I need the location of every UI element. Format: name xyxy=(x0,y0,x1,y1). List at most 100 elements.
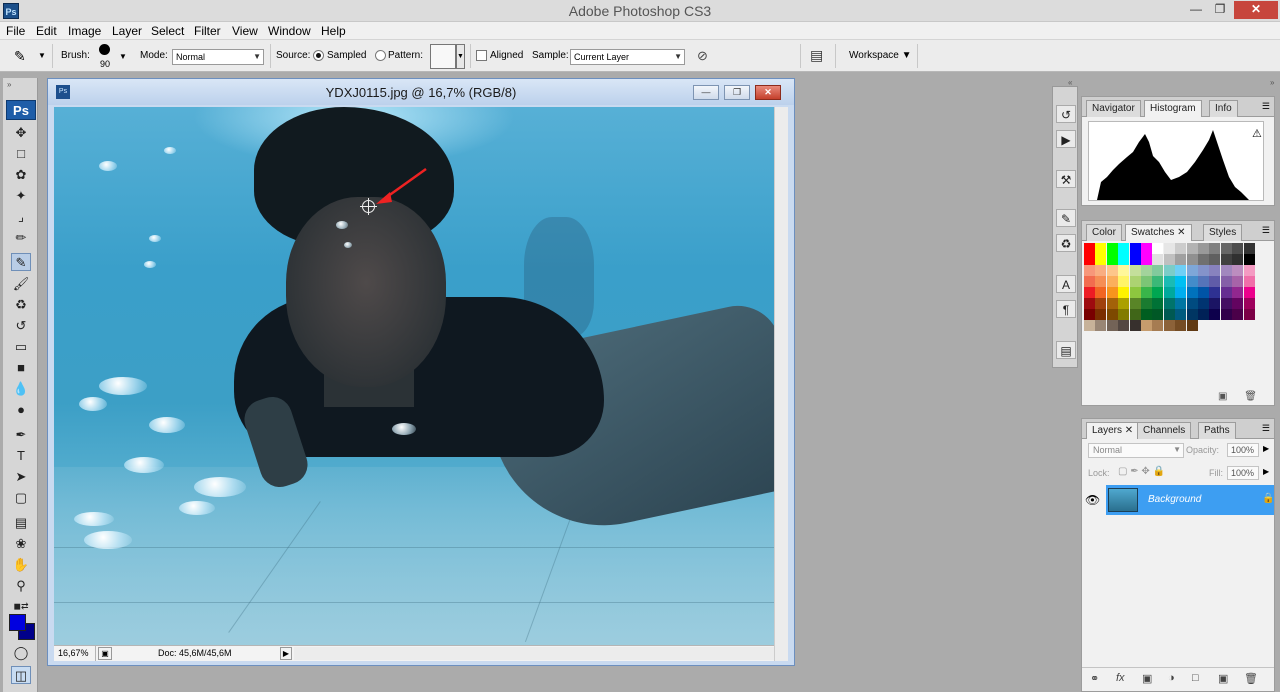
new-layer-icon[interactable]: ▣ xyxy=(1218,672,1228,685)
shape-tool-icon[interactable]: ▢ xyxy=(11,489,31,507)
zoom-level[interactable]: 16,67% xyxy=(54,646,96,661)
swatch-color[interactable] xyxy=(1243,287,1255,298)
swatch-color[interactable] xyxy=(1163,298,1175,309)
magic-wand-tool-icon[interactable]: ✦ xyxy=(11,187,31,205)
swatch-color[interactable] xyxy=(1163,287,1175,298)
swatch-color[interactable] xyxy=(1198,265,1209,276)
menu-view[interactable]: View xyxy=(232,24,258,38)
screen-mode-icon[interactable]: ◫ xyxy=(11,666,31,684)
actions-panel-icon[interactable]: ▶ xyxy=(1056,130,1076,148)
paragraph-panel-icon[interactable]: ¶ xyxy=(1056,300,1076,318)
swatch-color[interactable] xyxy=(1084,276,1095,287)
gradient-tool-icon[interactable]: ■ xyxy=(11,359,31,377)
tool-preset-chevron-icon[interactable]: ▼ xyxy=(38,51,46,60)
swatch-color[interactable] xyxy=(1175,309,1187,320)
tab-styles[interactable]: Styles xyxy=(1203,224,1243,241)
new-group-icon[interactable]: □ xyxy=(1192,672,1199,684)
panel-collapse-icon[interactable]: » xyxy=(1270,78,1274,87)
hand-tool-icon[interactable]: ✋ xyxy=(11,556,31,574)
file-browser-icon[interactable]: ▤ xyxy=(810,47,823,64)
pen-tool-icon[interactable]: ✒ xyxy=(11,426,31,444)
swatch-color[interactable] xyxy=(1118,254,1130,265)
swatch-color[interactable] xyxy=(1209,276,1221,287)
swatch-color[interactable] xyxy=(1141,298,1152,309)
swatch-color[interactable] xyxy=(1095,265,1107,276)
swatch-color[interactable] xyxy=(1152,298,1164,309)
photoshop-badge-icon[interactable]: Ps xyxy=(6,100,36,120)
swatch-color[interactable] xyxy=(1175,298,1187,309)
swatch-color[interactable] xyxy=(1163,309,1175,320)
sampled-radio[interactable] xyxy=(313,50,324,61)
mode-select[interactable]: Normal ▼ xyxy=(172,49,264,65)
workspace-button[interactable]: Workspace ▼ xyxy=(849,50,912,61)
swatch-color[interactable] xyxy=(1095,276,1107,287)
swatch-color[interactable] xyxy=(1232,287,1244,298)
swatch-color[interactable] xyxy=(1118,287,1130,298)
eraser-tool-icon[interactable]: ▭ xyxy=(11,338,31,356)
path-selection-tool-icon[interactable]: ➤ xyxy=(11,468,31,486)
swatch-color[interactable] xyxy=(1209,254,1221,265)
lock-icons[interactable]: ▢ ✒ ✥ 🔒 xyxy=(1118,466,1165,477)
swatch-color[interactable] xyxy=(1186,254,1198,265)
type-tool-icon[interactable]: T xyxy=(11,447,31,465)
crop-tool-icon[interactable]: ⌟ xyxy=(11,208,31,226)
menu-select[interactable]: Select xyxy=(151,24,184,38)
swatch-color[interactable] xyxy=(1106,320,1118,331)
tab-color[interactable]: Color xyxy=(1086,224,1122,241)
pattern-radio[interactable] xyxy=(375,50,386,61)
opacity-field[interactable]: 100% xyxy=(1227,443,1259,457)
swatch-color[interactable] xyxy=(1095,298,1107,309)
blend-mode-select[interactable]: Normal ▼ xyxy=(1088,443,1184,458)
swatch-color[interactable] xyxy=(1084,287,1095,298)
trash-icon[interactable]: 🗑 xyxy=(1244,672,1258,685)
swatch-color[interactable] xyxy=(1152,320,1164,331)
layer-style-icon[interactable]: fx xyxy=(1116,672,1125,684)
swatch-color[interactable] xyxy=(1232,298,1244,309)
aligned-checkbox[interactable] xyxy=(476,50,487,61)
swatch-color[interactable] xyxy=(1163,243,1175,254)
panel-menu-icon[interactable]: ☰ xyxy=(1262,423,1270,434)
swatch-color[interactable] xyxy=(1175,243,1187,254)
document-minimize-button[interactable]: — xyxy=(693,85,719,100)
tab-navigator[interactable]: Navigator xyxy=(1086,100,1141,117)
swatch-color[interactable] xyxy=(1186,243,1198,254)
swatch-color[interactable] xyxy=(1232,243,1244,254)
swatch-color[interactable] xyxy=(1186,320,1198,331)
swatch-color[interactable] xyxy=(1141,276,1152,287)
swatch-color[interactable] xyxy=(1232,309,1244,320)
menu-help[interactable]: Help xyxy=(321,24,346,38)
swatch-color[interactable] xyxy=(1141,287,1152,298)
new-swatch-icon[interactable]: ▣ xyxy=(1218,391,1227,402)
pattern-picker-chevron-icon[interactable]: ▼ xyxy=(456,44,465,69)
swatch-color[interactable] xyxy=(1084,243,1095,254)
sample-select[interactable]: Current Layer ▼ xyxy=(570,49,685,65)
quick-mask-icon[interactable]: ◯ xyxy=(11,644,31,662)
swatch-color[interactable] xyxy=(1163,320,1175,331)
marquee-tool-icon[interactable]: □ xyxy=(11,145,31,163)
swatch-color[interactable] xyxy=(1129,298,1141,309)
swatch-color[interactable] xyxy=(1084,254,1095,265)
swatch-color[interactable] xyxy=(1152,265,1164,276)
adjustment-layer-icon[interactable]: ◑ xyxy=(1168,672,1175,684)
menu-image[interactable]: Image xyxy=(68,24,101,38)
swatch-color[interactable] xyxy=(1243,276,1255,287)
swatch-color[interactable] xyxy=(1106,287,1118,298)
dodge-tool-icon[interactable]: ● xyxy=(11,401,31,419)
tab-info[interactable]: Info xyxy=(1209,100,1238,117)
swatch-color[interactable] xyxy=(1198,276,1209,287)
swatch-color[interactable] xyxy=(1084,265,1095,276)
collapse-arrows-icon[interactable]: » xyxy=(7,80,11,89)
layer-mask-icon[interactable]: ▣ xyxy=(1142,672,1152,685)
swatch-color[interactable] xyxy=(1232,254,1244,265)
close-tab-icon[interactable]: ✕ xyxy=(1125,425,1133,436)
brush-tool-icon[interactable]: 🖌 xyxy=(11,275,31,293)
swatch-color[interactable] xyxy=(1106,298,1118,309)
swatch-color[interactable] xyxy=(1175,254,1187,265)
opacity-slider-icon[interactable]: ▶ xyxy=(1263,444,1269,453)
swatch-color[interactable] xyxy=(1084,320,1095,331)
character-panel-icon[interactable]: A xyxy=(1056,275,1076,293)
swatch-color[interactable] xyxy=(1141,254,1152,265)
swatch-color[interactable] xyxy=(1186,298,1198,309)
swatch-color[interactable] xyxy=(1095,287,1107,298)
swatch-color[interactable] xyxy=(1084,309,1095,320)
